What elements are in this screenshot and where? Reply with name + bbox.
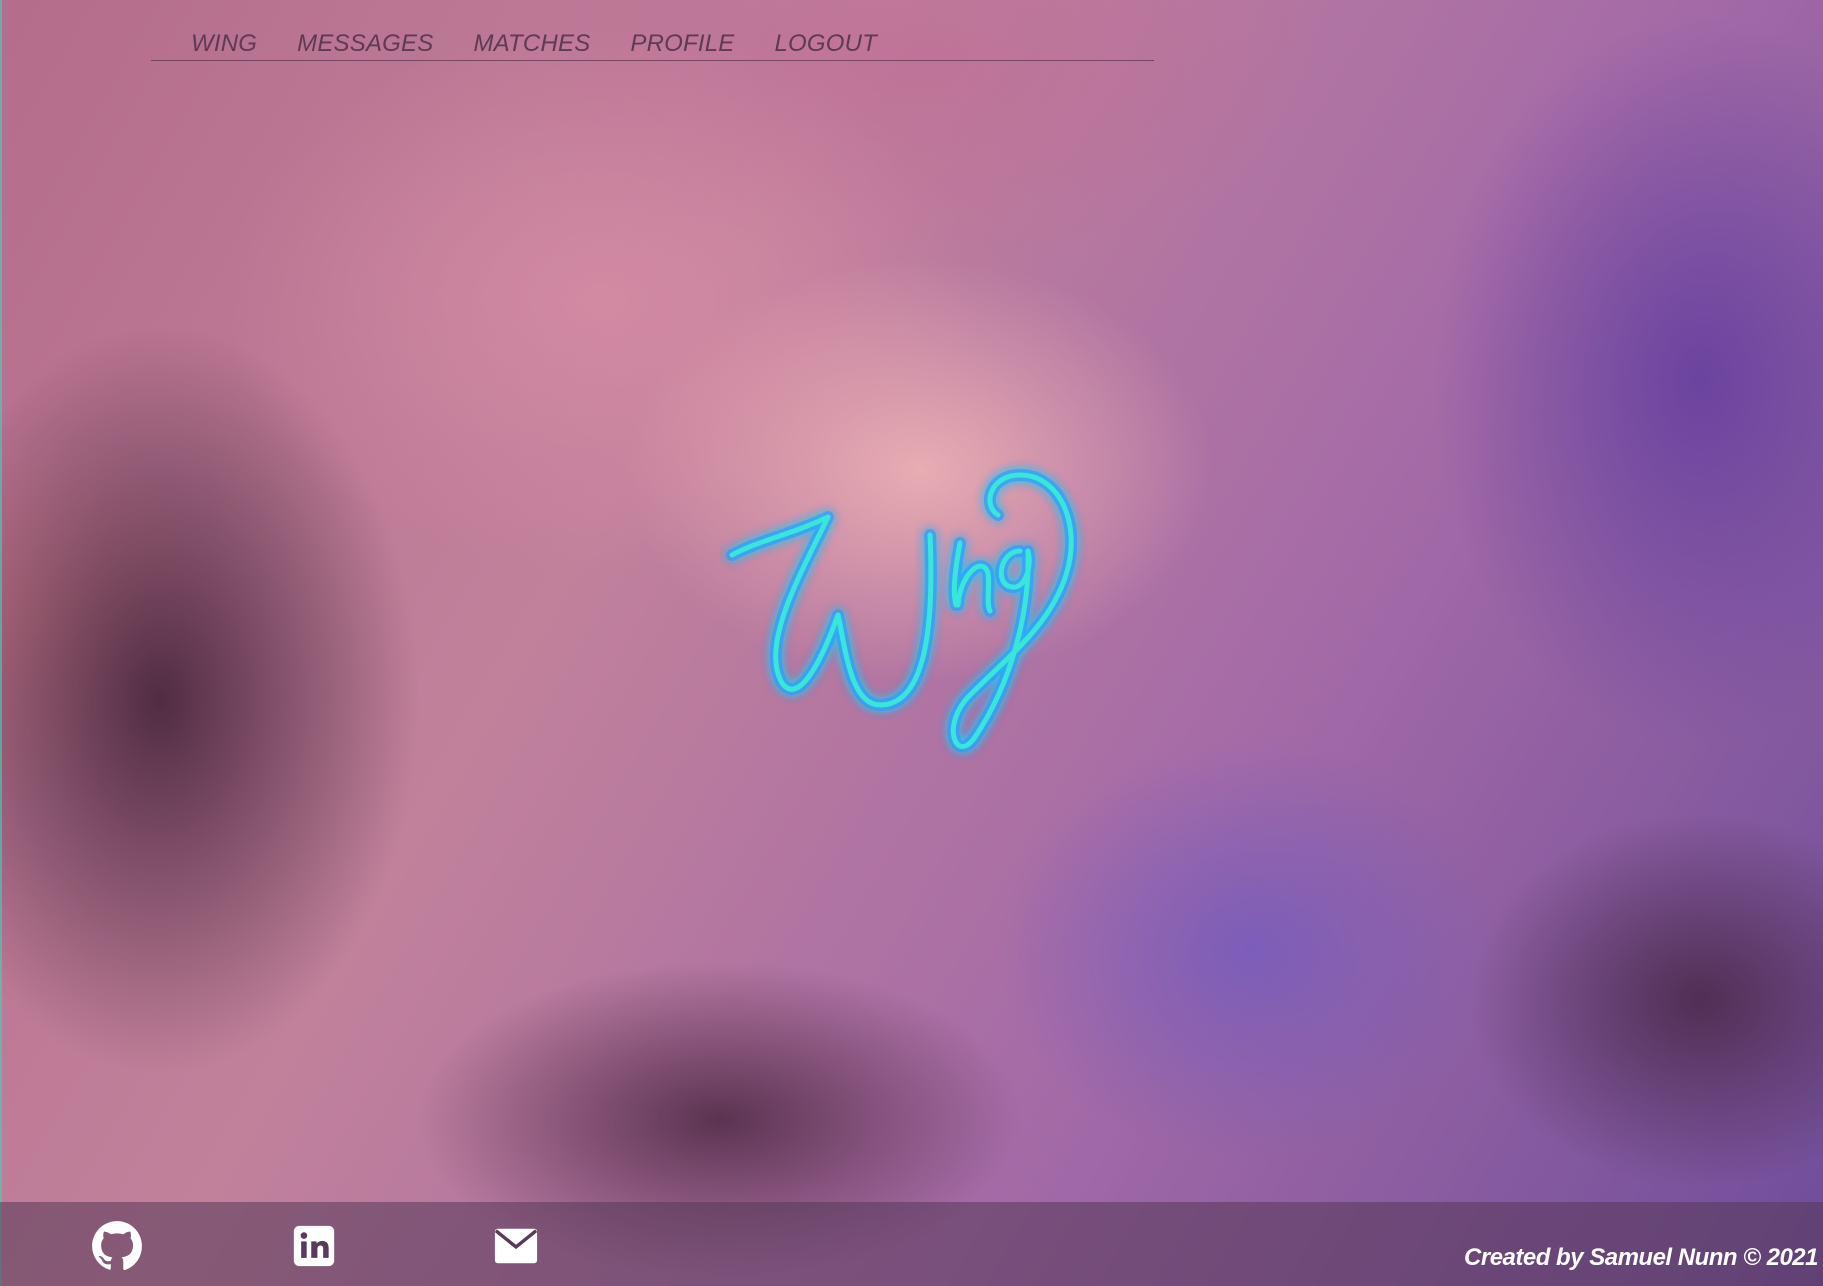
nav-link-logout[interactable]: LOGOUT xyxy=(775,28,878,60)
wing-neon-logo xyxy=(726,469,1078,753)
github-icon[interactable] xyxy=(91,1220,143,1272)
left-edge-line xyxy=(0,0,2,1286)
footer-credit: Created by Samuel Nunn © 2021 xyxy=(1464,1244,1818,1271)
mail-icon[interactable] xyxy=(493,1226,539,1266)
nav-link-wing[interactable]: WING xyxy=(191,28,257,60)
nav-link-matches[interactable]: MATCHES xyxy=(473,28,590,60)
footer-bar: Created by Samuel Nunn © 2021 xyxy=(0,1202,1823,1286)
linkedin-icon[interactable] xyxy=(292,1224,336,1268)
top-nav: WING MESSAGES MATCHES PROFILE LOGOUT xyxy=(151,28,1154,61)
nav-link-profile[interactable]: PROFILE xyxy=(630,28,734,60)
nav-link-messages[interactable]: MESSAGES xyxy=(297,28,433,60)
